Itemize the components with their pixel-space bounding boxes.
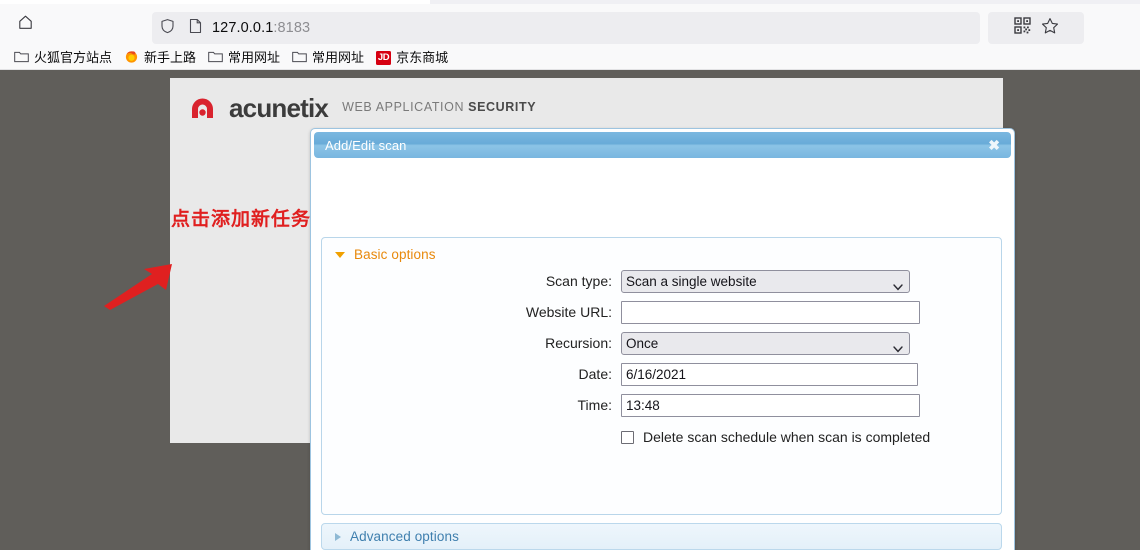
url-text[interactable]: 127.0.0.1:8183 xyxy=(212,20,310,36)
tagline-bold: SECURITY xyxy=(468,100,537,114)
form-row-time: Time: xyxy=(322,393,1003,417)
bookmark-item-3[interactable]: 常用网址 xyxy=(286,49,370,67)
page-icon[interactable] xyxy=(189,18,202,39)
close-x-icon[interactable]: ✖ xyxy=(986,138,1002,152)
bookmark-label: 常用网址 xyxy=(228,49,281,65)
recursion-select[interactable]: Once xyxy=(621,331,910,355)
home-button[interactable] xyxy=(8,8,42,42)
browser-chrome: 127.0.0.1:8183 火狐官方站点 新手上路 常用网址 常用网址 JD … xyxy=(0,0,1140,70)
recursion-select-wrap: Once xyxy=(621,331,910,355)
bookmark-item-0[interactable]: 火狐官方站点 xyxy=(8,49,118,67)
url-port: :8183 xyxy=(273,20,311,36)
dialog-titlebar: Add/Edit scan ✖ xyxy=(314,132,1011,158)
bookmark-label: 京东商城 xyxy=(396,49,449,65)
page-viewport: acunetix WEB APPLICATION SECURITY New sc… xyxy=(0,70,1140,550)
form-row-website-url: Website URL: xyxy=(322,300,1003,324)
navigation-toolbar: 127.0.0.1:8183 xyxy=(0,4,1140,46)
home-icon xyxy=(17,14,34,36)
bookmark-item-1[interactable]: 新手上路 xyxy=(118,48,202,68)
bookmark-item-4[interactable]: JD 京东商城 xyxy=(370,50,454,66)
tagline-light: WEB APPLICATION xyxy=(342,100,469,114)
date-input[interactable] xyxy=(621,362,918,386)
jd-badge-icon: JD xyxy=(376,50,392,65)
url-host: 127.0.0.1 xyxy=(212,20,274,36)
triangle-right-icon xyxy=(335,532,341,541)
bookmark-label: 常用网址 xyxy=(312,49,365,65)
app-header: acunetix WEB APPLICATION SECURITY xyxy=(170,78,1003,130)
brand-tagline: WEB APPLICATION SECURITY xyxy=(342,98,536,119)
acunetix-logo-icon xyxy=(190,97,215,119)
delete-schedule-label: Delete scan schedule when scan is comple… xyxy=(643,429,931,445)
firefox-icon xyxy=(124,49,139,67)
date-label: Date: xyxy=(578,366,612,382)
brand-logo: acunetix WEB APPLICATION SECURITY xyxy=(190,93,536,123)
bookmarks-toolbar: 火狐官方站点 新手上路 常用网址 常用网址 JD 京东商城 xyxy=(0,46,1140,70)
delete-schedule-checkbox[interactable] xyxy=(621,430,634,444)
add-edit-scan-dialog: Add/Edit scan ✖ Basic options Scan type:… xyxy=(310,128,1015,550)
website-url-label: Website URL: xyxy=(525,304,612,320)
bookmark-label: 新手上路 xyxy=(144,49,197,65)
advanced-options-title: Advanced options xyxy=(350,529,459,544)
address-bar[interactable]: 127.0.0.1:8183 xyxy=(152,12,980,44)
basic-options-title: Basic options xyxy=(354,247,436,262)
dialog-title: Add/Edit scan xyxy=(325,137,407,153)
dialog-body: Basic options Scan type: Scan a single w… xyxy=(311,161,1014,550)
folder-icon xyxy=(208,50,223,66)
basic-options-header[interactable]: Basic options xyxy=(322,238,1001,262)
recursion-label: Recursion: xyxy=(545,335,612,351)
annotation-text: 点击添加新任务 xyxy=(171,208,312,230)
advanced-options-section[interactable]: Advanced options xyxy=(321,523,1002,550)
star-bookmark-icon[interactable] xyxy=(1041,17,1059,40)
qr-code-icon[interactable] xyxy=(1013,17,1031,39)
folder-icon xyxy=(14,50,29,66)
bookmark-label: 火狐官方站点 xyxy=(34,49,113,65)
shield-icon[interactable] xyxy=(160,18,175,39)
basic-options-panel: Basic options Scan type: Scan a single w… xyxy=(321,237,1002,515)
delete-schedule-row[interactable]: Delete scan schedule when scan is comple… xyxy=(621,429,1003,445)
urlbar-actions xyxy=(988,12,1084,44)
time-input[interactable] xyxy=(621,393,920,417)
brand-wordmark: acunetix xyxy=(229,93,329,123)
form-row-recursion: Recursion: Once xyxy=(322,331,1003,355)
triangle-down-icon xyxy=(335,251,345,258)
scan-type-label: Scan type: xyxy=(545,273,612,289)
form-row-date: Date: xyxy=(322,362,1003,386)
folder-icon xyxy=(292,50,307,66)
website-url-input[interactable] xyxy=(621,300,920,324)
scan-type-select-wrap: Scan a single website xyxy=(621,269,910,293)
form-row-scan-type: Scan type: Scan a single website xyxy=(322,269,1003,293)
bookmark-item-2[interactable]: 常用网址 xyxy=(202,49,286,67)
basic-options-form: Scan type: Scan a single website Website… xyxy=(322,269,1003,445)
scan-type-select[interactable]: Scan a single website xyxy=(621,269,910,293)
time-label: Time: xyxy=(577,397,612,413)
red-arrow-icon xyxy=(100,260,210,310)
